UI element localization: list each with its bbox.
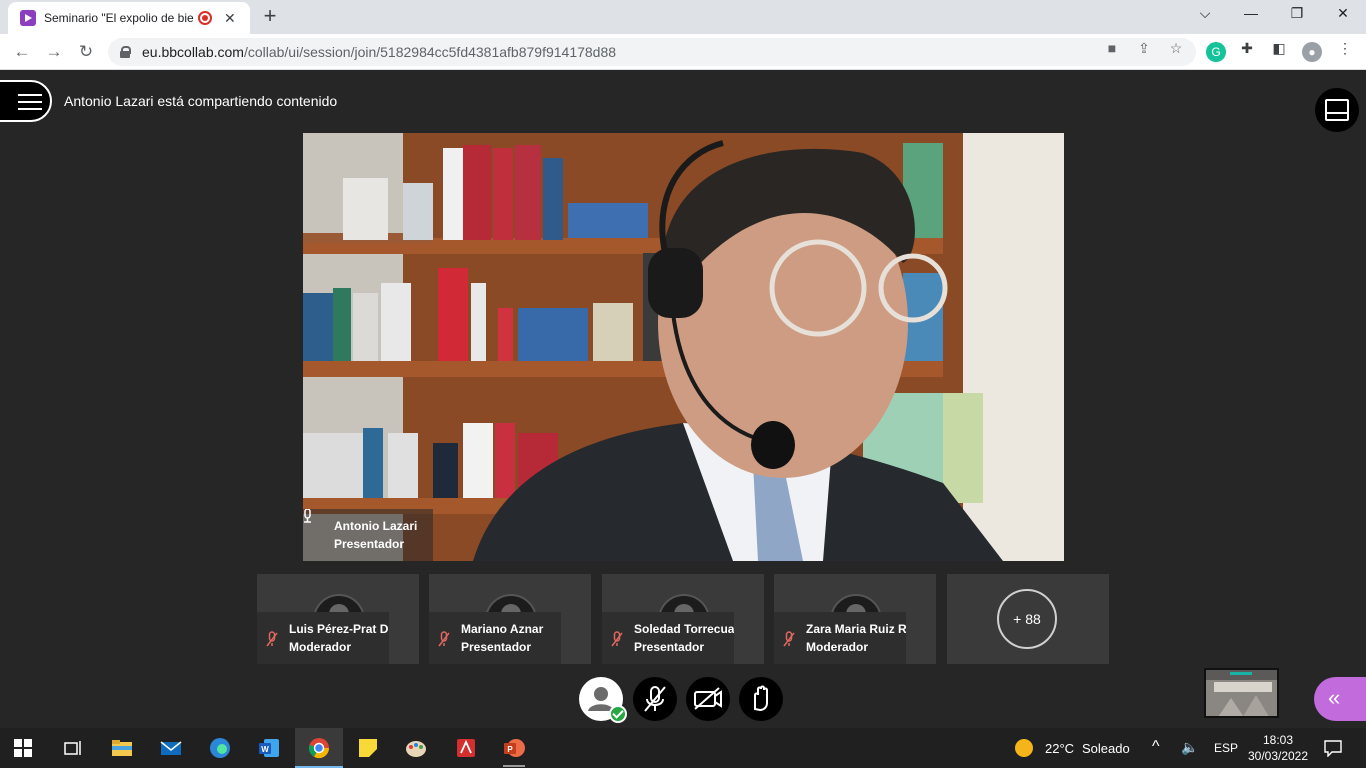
more-participants-tile[interactable]: + 88 xyxy=(947,574,1109,664)
mic-off-icon xyxy=(644,686,666,712)
paint-icon[interactable] xyxy=(405,737,427,759)
notifications-icon[interactable] xyxy=(1324,739,1342,757)
participant-role: Presentador xyxy=(634,640,705,654)
clock-date: 30/03/2022 xyxy=(1247,749,1309,763)
windows-start-icon[interactable] xyxy=(14,739,32,757)
hand-icon xyxy=(754,685,768,712)
presenter-video-image xyxy=(303,133,1064,561)
more-participants-count: + 88 xyxy=(997,589,1057,649)
raise-hand-button[interactable] xyxy=(739,677,783,721)
tab-close-icon[interactable]: ✕ xyxy=(224,10,236,27)
edge-browser-icon[interactable] xyxy=(209,737,231,759)
word-icon[interactable]: W xyxy=(258,737,280,759)
browser-menu-icon[interactable]: ⋮ xyxy=(1336,40,1354,57)
participant-name: Mariano Aznar xyxy=(461,622,544,636)
profile-avatar[interactable]: ● xyxy=(1302,42,1322,62)
file-explorer-icon[interactable] xyxy=(111,737,133,759)
browser-toolbar: ← → ↻ eu.bbcollab.com/collab/ui/session/… xyxy=(0,34,1366,70)
sharing-status: Antonio Lazari está compartiendo conteni… xyxy=(64,93,338,109)
microphone-icon xyxy=(304,509,311,523)
participant-name: Soledad Torrecua... xyxy=(634,622,734,636)
mic-muted-icon xyxy=(611,631,623,647)
chrome-icon[interactable] xyxy=(308,737,330,759)
temperature[interactable]: 22°C xyxy=(1045,741,1074,756)
browser-tab[interactable]: Seminario "El expolio de bienes ✕ xyxy=(8,2,250,34)
camera-toggle-button[interactable] xyxy=(686,677,730,721)
participant-name: Zara Maria Ruiz R... xyxy=(806,622,906,636)
share-icon[interactable]: ⇪ xyxy=(1135,40,1153,57)
system-clock[interactable]: 18:03 30/03/2022 xyxy=(1246,732,1310,764)
participant-tile[interactable]: Luis Pérez-Prat D... Moderador xyxy=(257,574,419,664)
show-hidden-icons-chevron-up-icon[interactable]: ^ xyxy=(1152,738,1160,756)
svg-text:P: P xyxy=(507,745,513,754)
volume-icon[interactable]: 🔈 xyxy=(1181,739,1198,756)
extensions-puzzle-icon[interactable]: ✚ xyxy=(1238,40,1256,57)
main-video: Antonio Lazari Presentador xyxy=(303,133,1064,561)
task-view-icon[interactable] xyxy=(62,737,84,759)
open-panel-button[interactable]: « xyxy=(1314,677,1366,721)
browser-tab-bar: Seminario "El expolio de bienes ✕ + ⌵ — … xyxy=(0,0,1366,34)
status-check-icon xyxy=(609,705,627,723)
shared-content-thumbnail[interactable] xyxy=(1204,668,1279,718)
thumbnail-image xyxy=(1206,680,1277,716)
collaborate-favicon-icon xyxy=(20,10,36,26)
participant-name: Luis Pérez-Prat D... xyxy=(289,622,389,636)
mail-icon[interactable] xyxy=(160,737,182,759)
double-chevron-left-icon: « xyxy=(1328,685,1341,710)
sticky-notes-icon[interactable] xyxy=(357,737,379,759)
collaborate-session: Antonio Lazari está compartiendo conteni… xyxy=(0,71,1366,728)
recording-icon xyxy=(198,11,212,25)
presenter-role: Presentador xyxy=(334,537,405,551)
grid-layout-icon xyxy=(1325,99,1349,121)
participant-tile[interactable]: Mariano Aznar Presentador xyxy=(429,574,591,664)
restore-button[interactable]: ❐ xyxy=(1274,5,1320,22)
layout-toggle-button[interactable] xyxy=(1315,88,1359,132)
my-status-button[interactable] xyxy=(579,677,627,723)
reload-icon[interactable]: ↻ xyxy=(74,40,98,64)
input-language[interactable]: ESP xyxy=(1214,741,1238,755)
minimize-button[interactable]: — xyxy=(1228,5,1274,21)
side-panel-icon[interactable]: ◧ xyxy=(1270,40,1288,57)
mic-muted-icon xyxy=(783,631,795,647)
windows-taskbar: W P 22°C Soleado ^ 🔈 ESP 18:03 30/03/202… xyxy=(0,728,1366,768)
mic-muted-icon xyxy=(266,631,278,647)
weather-condition[interactable]: Soleado xyxy=(1082,741,1130,756)
participant-tile[interactable]: Soledad Torrecua... Presentador xyxy=(602,574,764,664)
camera-off-icon xyxy=(694,687,722,710)
participant-role: Presentador xyxy=(461,640,532,654)
new-tab-button[interactable]: + xyxy=(258,4,282,28)
lock-icon[interactable] xyxy=(120,46,131,58)
url-text: eu.bbcollab.com/collab/ui/session/join/5… xyxy=(142,44,617,60)
tab-title: Seminario "El expolio de bienes xyxy=(44,11,194,25)
grammarly-extension-icon[interactable]: G xyxy=(1206,42,1226,62)
presenter-name-label: Antonio Lazari Presentador xyxy=(303,509,433,561)
back-arrow-icon[interactable]: ← xyxy=(10,40,34,64)
tab-search-icon[interactable]: ⌵ xyxy=(1182,5,1228,22)
camera-in-use-icon[interactable]: ■ xyxy=(1103,40,1121,56)
svg-text:W: W xyxy=(261,745,269,754)
powerpoint-icon[interactable]: P xyxy=(503,737,525,759)
clock-time: 18:03 xyxy=(1262,733,1294,747)
participant-role: Moderador xyxy=(289,640,352,654)
microphone-toggle-button[interactable] xyxy=(633,677,677,721)
acrobat-icon[interactable] xyxy=(455,737,477,759)
presenter-name: Antonio Lazari xyxy=(334,519,418,533)
participant-tile[interactable]: Zara Maria Ruiz R... Moderador xyxy=(774,574,936,664)
close-window-button[interactable]: ✕ xyxy=(1320,5,1366,22)
address-bar[interactable]: eu.bbcollab.com/collab/ui/session/join/5… xyxy=(108,38,1196,66)
hamburger-icon xyxy=(18,94,42,96)
participant-role: Moderador xyxy=(806,640,869,654)
session-menu-button[interactable] xyxy=(0,80,52,122)
sunny-weather-icon[interactable] xyxy=(1014,738,1034,758)
mic-muted-icon xyxy=(438,631,450,647)
forward-arrow-icon[interactable]: → xyxy=(42,40,66,64)
bookmark-star-icon[interactable]: ☆ xyxy=(1167,40,1185,57)
